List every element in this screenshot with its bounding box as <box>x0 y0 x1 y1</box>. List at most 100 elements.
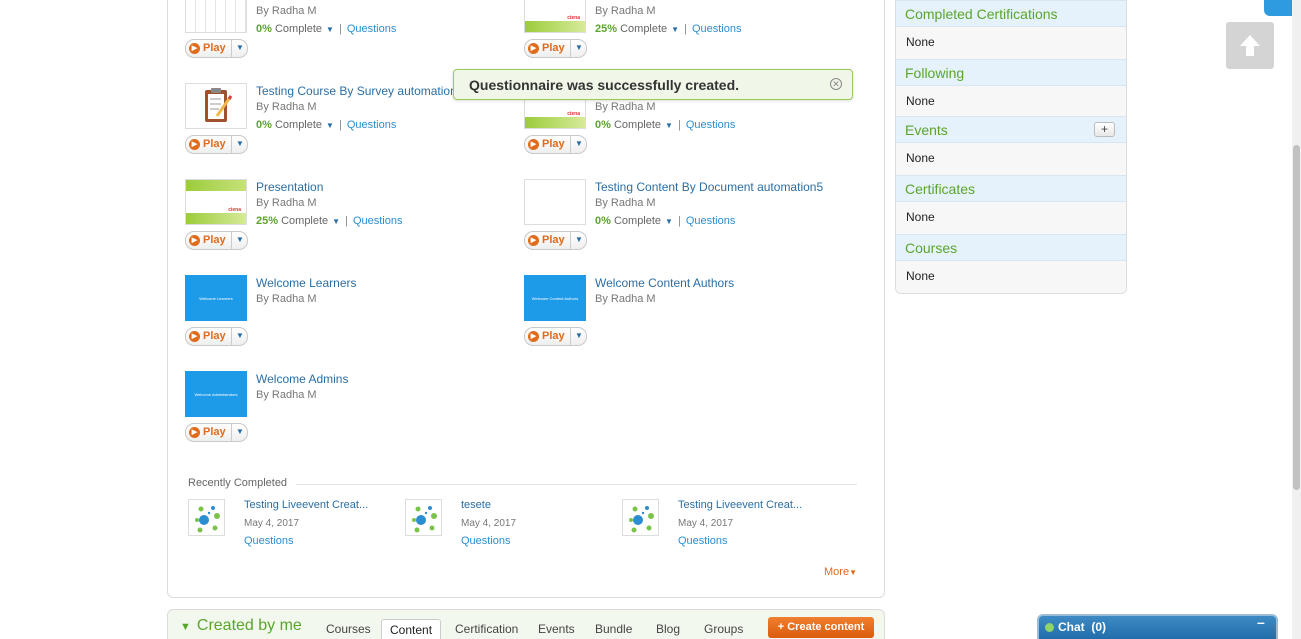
thumb-text: Welcome Learners <box>199 295 233 301</box>
play-button[interactable]: ▶ Play ▼ <box>524 135 587 154</box>
scrollbar[interactable] <box>1292 0 1301 639</box>
progress-label: Complete <box>274 23 323 35</box>
sidebar-heading-label: Following <box>905 65 965 81</box>
tab-blog[interactable]: Blog <box>648 619 688 639</box>
content-author: By Radha M <box>595 5 656 17</box>
play-button[interactable]: ▶ Play ▼ <box>185 423 248 442</box>
caret-down-icon[interactable]: ▼ <box>665 121 673 130</box>
content-item: Testing Content By Document automation5 … <box>524 179 844 259</box>
content-author: By Radha M <box>256 5 317 17</box>
event-thumbnail[interactable] <box>405 499 442 536</box>
play-label: Play <box>203 426 226 438</box>
caret-down-icon[interactable]: ▼ <box>236 427 244 436</box>
play-label: Play <box>542 138 565 150</box>
caret-down-icon[interactable]: ▼ <box>236 235 244 244</box>
content-title[interactable]: Welcome Content Authors <box>595 276 734 290</box>
tab-content[interactable]: Content <box>381 619 442 639</box>
create-content-button[interactable]: + Create content <box>768 617 874 638</box>
close-icon[interactable]: ✕ <box>830 78 842 90</box>
divider <box>570 232 571 249</box>
tab-bundle[interactable]: Bundle <box>587 619 640 639</box>
content-title[interactable]: Testing Course By Survey automation <box>256 84 457 98</box>
content-title[interactable]: Welcome Admins <box>256 372 348 386</box>
caret-down-icon[interactable]: ▼ <box>575 139 583 148</box>
play-button[interactable]: ▶ Play ▼ <box>185 135 248 154</box>
content-progress: 0% Complete ▼ | Questions <box>256 119 396 131</box>
sidebar-heading: Certificates <box>896 175 1126 202</box>
event-thumbnail[interactable] <box>622 499 659 536</box>
content-progress: 25% Complete ▼ | Questions <box>256 215 402 227</box>
minimize-button[interactable]: – <box>1257 614 1265 630</box>
scroll-to-top-button[interactable] <box>1226 22 1274 69</box>
play-label: Play <box>203 234 226 246</box>
play-button[interactable]: ▶ Play ▼ <box>524 231 587 250</box>
tab-groups[interactable]: Groups <box>696 619 751 639</box>
caret-down-icon[interactable]: ▼ <box>326 25 334 34</box>
tab-certification[interactable]: Certification <box>447 619 526 639</box>
questions-link[interactable]: Questions <box>692 23 742 35</box>
recent-title[interactable]: tesete <box>461 499 491 511</box>
recent-title[interactable]: Testing Liveevent Creat... <box>244 499 368 511</box>
content-title[interactable]: Testing Content By Document automation5 <box>595 180 823 194</box>
content-thumbnail[interactable]: Welcome Learners <box>185 275 247 321</box>
questions-link[interactable]: Questions <box>461 535 511 547</box>
caret-down-icon[interactable]: ▼ <box>575 235 583 244</box>
progress-percent: 0% <box>595 215 611 227</box>
play-button[interactable]: ▶ Play ▼ <box>185 231 248 250</box>
questions-link[interactable]: Questions <box>347 23 397 35</box>
scrollbar-thumb[interactable] <box>1293 145 1300 490</box>
content-thumbnail[interactable] <box>185 0 247 33</box>
caret-down-icon[interactable]: ▼ <box>236 331 244 340</box>
sidebar-body: None <box>896 261 1126 293</box>
recent-date: May 4, 2017 <box>461 518 517 529</box>
caret-down-icon[interactable]: ▼ <box>326 121 334 130</box>
content-title[interactable]: Presentation <box>256 180 323 194</box>
caret-down-icon[interactable]: ▼ <box>236 139 244 148</box>
content-thumbnail[interactable]: Welcome Content Authors <box>524 275 586 321</box>
content-title[interactable]: Welcome Learners <box>256 276 357 290</box>
event-thumbnail[interactable] <box>188 499 225 536</box>
content-thumbnail[interactable]: ciena <box>185 179 247 225</box>
content-thumbnail[interactable] <box>524 179 586 225</box>
content-thumbnail[interactable]: ciena <box>524 0 586 33</box>
progress-label: Complete <box>620 23 668 35</box>
questions-link[interactable]: Questions <box>353 215 403 227</box>
content-item: Welcome Content Authors Welcome Content … <box>524 275 844 355</box>
caret-down-icon[interactable]: ▼ <box>671 25 679 34</box>
play-button[interactable]: ▶ Play ▼ <box>185 327 248 346</box>
more-link[interactable]: More▼ <box>824 566 857 578</box>
sidebar-heading-label: Courses <box>905 240 958 256</box>
caret-down-icon[interactable]: ▼ <box>665 217 673 226</box>
sidebar-value: None <box>906 94 935 108</box>
chat-bar[interactable]: Chat (0) – <box>1037 614 1278 639</box>
divider <box>231 136 232 153</box>
divider <box>570 40 571 57</box>
questions-link[interactable]: Questions <box>686 215 736 227</box>
play-button[interactable]: ▶ Play ▼ <box>524 327 587 346</box>
divider <box>231 424 232 441</box>
recent-item: Testing Liveevent Creat... May 4, 2017 Q… <box>622 499 822 549</box>
questions-link[interactable]: Questions <box>678 535 728 547</box>
caret-down-icon[interactable]: ▼ <box>575 331 583 340</box>
sidebar-heading-label: Certificates <box>905 181 976 197</box>
questions-link[interactable]: Questions <box>347 119 397 131</box>
progress-label: Complete <box>281 215 329 227</box>
add-event-button[interactable]: + <box>1094 122 1115 137</box>
sidebar-heading-label: Completed Certifications <box>905 6 1058 22</box>
caret-down-icon[interactable]: ▼ <box>236 43 244 52</box>
caret-down-icon[interactable]: ▼ <box>575 43 583 52</box>
content-item: By Radha M 0% Complete ▼ | Questions ▶ Play… <box>185 0 505 67</box>
play-button[interactable]: ▶ Play ▼ <box>185 39 248 58</box>
content-thumbnail[interactable]: Welcome Administrators <box>185 371 247 417</box>
content-thumbnail[interactable] <box>185 83 247 129</box>
play-button[interactable]: ▶ Play ▼ <box>524 39 587 58</box>
network-icon <box>629 506 654 533</box>
sidebar-heading-label: Events <box>905 122 948 138</box>
questions-link[interactable]: Questions <box>686 119 736 131</box>
recent-title[interactable]: Testing Liveevent Creat... <box>678 499 802 511</box>
tab-events[interactable]: Events <box>530 619 583 639</box>
created-by-me-heading[interactable]: ▼ Created by me <box>180 617 302 635</box>
questions-link[interactable]: Questions <box>244 535 294 547</box>
caret-down-icon[interactable]: ▼ <box>332 217 340 226</box>
tab-courses[interactable]: Courses <box>318 619 379 639</box>
